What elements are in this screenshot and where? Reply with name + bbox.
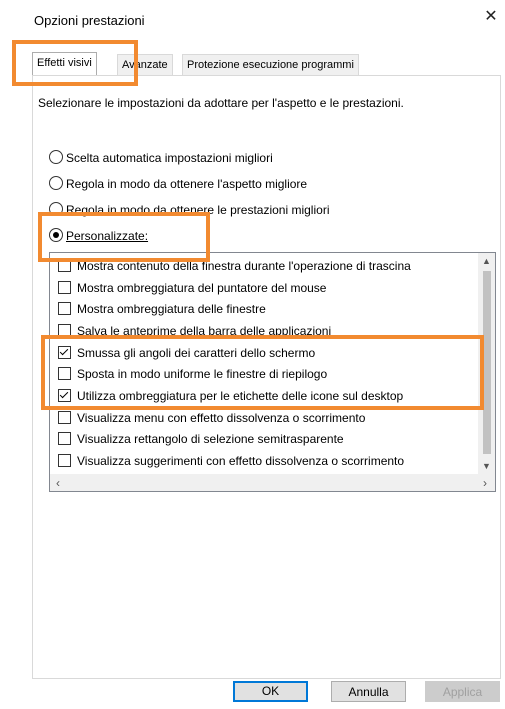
tab-protezione-esecuzione[interactable]: Protezione esecuzione programmi <box>182 54 359 75</box>
list-item[interactable]: Mostra ombreggiatura del puntatore del m… <box>58 279 326 297</box>
tab-effetti-visivi[interactable]: Effetti visivi <box>32 52 97 75</box>
close-icon[interactable]: ✕ <box>483 9 499 27</box>
option-label: Mostra ombreggiatura delle finestre <box>77 302 266 316</box>
radio-label: Personalizzate: <box>66 229 149 243</box>
list-item[interactable]: Sposta in modo uniforme le finestre di r… <box>58 365 327 383</box>
radio-best-performance[interactable]: Regola in modo da ottenere le prestazion… <box>49 201 329 219</box>
apply-button[interactable]: Applica <box>425 681 500 702</box>
list-item[interactable]: Mostra ombreggiatura delle finestre <box>58 300 266 318</box>
checkbox[interactable] <box>58 411 71 424</box>
option-label: Smussa gli angoli dei caratteri dello sc… <box>77 346 316 360</box>
option-label: Mostra ombreggiatura del puntatore del m… <box>77 281 327 295</box>
list-item[interactable]: Smussa gli angoli dei caratteri dello sc… <box>58 344 315 362</box>
horizontal-scrollbar[interactable]: ‹ › <box>50 474 495 491</box>
radio-auto[interactable]: Scelta automatica impostazioni migliori <box>49 149 273 167</box>
checkbox[interactable] <box>58 302 71 315</box>
title-bar: Opzioni prestazioni ✕ <box>0 0 505 40</box>
list-item[interactable]: Visualizza suggerimenti con effetto diss… <box>58 452 404 470</box>
radio-button[interactable] <box>49 150 63 164</box>
radio-button[interactable] <box>49 202 63 216</box>
radio-custom[interactable]: Personalizzate: <box>49 227 148 245</box>
scroll-thumb[interactable] <box>483 271 491 454</box>
option-label: Sposta in modo uniforme le finestre di r… <box>77 367 328 381</box>
list-item[interactable]: Mostra contenuto della finestra durante … <box>58 257 411 275</box>
list-item[interactable]: Salva le anteprime della barra delle app… <box>58 322 331 340</box>
list-item[interactable]: Utilizza ombreggiatura per le etichette … <box>58 387 403 405</box>
ok-button[interactable]: OK <box>233 681 308 702</box>
checkbox[interactable] <box>58 281 71 294</box>
checkbox[interactable] <box>58 259 71 272</box>
scroll-left-icon[interactable]: ‹ <box>56 476 60 490</box>
radio-button[interactable] <box>49 176 63 190</box>
radio-label: Scelta automatica impostazioni migliori <box>66 151 273 165</box>
checkbox[interactable] <box>58 454 71 467</box>
intro-text: Selezionare le impostazioni da adottare … <box>38 96 404 110</box>
checkbox-checked[interactable] <box>58 346 71 359</box>
option-label: Visualizza suggerimenti con effetto diss… <box>77 454 405 468</box>
scroll-up-icon[interactable]: ▲ <box>478 256 495 266</box>
checkbox-checked[interactable] <box>58 389 71 402</box>
option-label: Mostra contenuto della finestra durante … <box>77 259 411 273</box>
option-label: Visualizza menu con effetto dissolvenza … <box>77 411 366 425</box>
checkbox[interactable] <box>58 367 71 380</box>
tab-avanzate[interactable]: Avanzate <box>117 54 173 75</box>
visual-effects-list[interactable]: Mostra contenuto della finestra durante … <box>49 252 496 492</box>
scroll-right-icon[interactable]: › <box>483 476 487 490</box>
vertical-scrollbar[interactable]: ▲ ▼ <box>478 253 495 474</box>
scroll-down-icon[interactable]: ▼ <box>478 461 495 471</box>
list-item[interactable]: Visualizza menu con effetto dissolvenza … <box>58 409 365 427</box>
radio-best-appearance[interactable]: Regola in modo da ottenere l'aspetto mig… <box>49 175 307 193</box>
cancel-button[interactable]: Annulla <box>331 681 406 702</box>
radio-label: Regola in modo da ottenere le prestazion… <box>66 203 330 217</box>
option-label: Salva le anteprime della barra delle app… <box>77 324 332 338</box>
radio-label: Regola in modo da ottenere l'aspetto mig… <box>66 177 308 191</box>
checkbox[interactable] <box>58 324 71 337</box>
window-title: Opzioni prestazioni <box>34 13 145 28</box>
checkbox[interactable] <box>58 432 71 445</box>
option-label: Visualizza rettangolo di selezione semit… <box>77 432 344 446</box>
list-item[interactable]: Visualizza rettangolo di selezione semit… <box>58 430 344 448</box>
radio-button-selected[interactable] <box>49 228 63 242</box>
option-label: Utilizza ombreggiatura per le etichette … <box>77 389 404 403</box>
